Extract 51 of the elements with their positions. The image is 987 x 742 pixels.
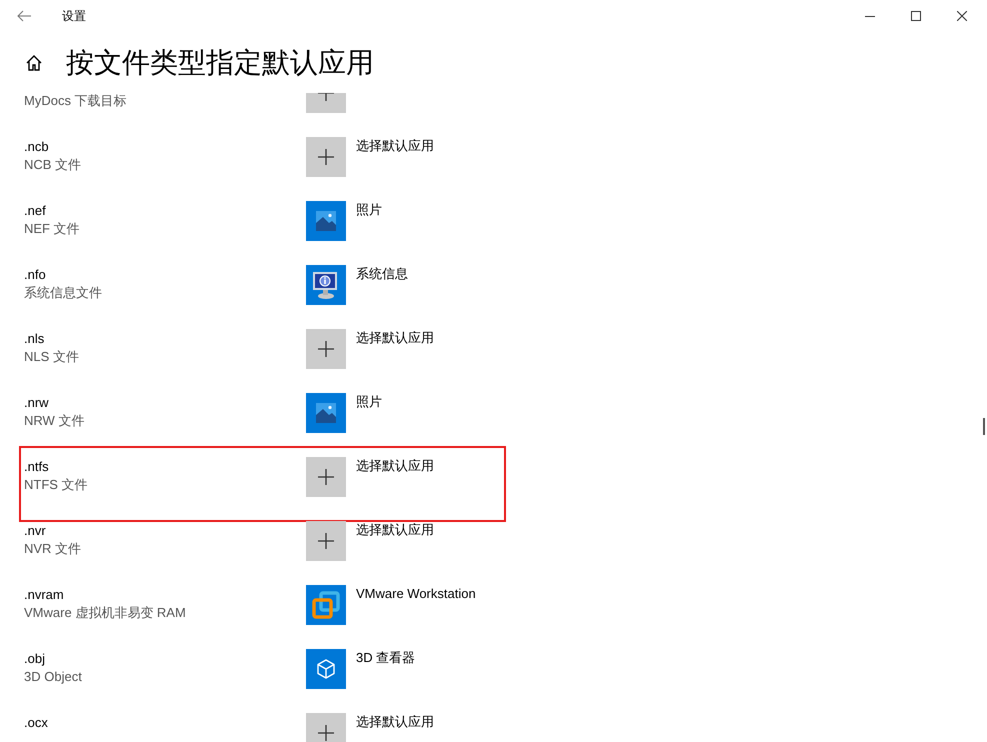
file-extension: .nls <box>24 331 44 346</box>
file-extension: .ntfs <box>24 459 49 474</box>
scrollbar-indicator[interactable] <box>983 418 985 435</box>
maximize-icon <box>911 11 921 21</box>
file-type-description: MyDocs 下载目标 <box>24 93 128 110</box>
close-icon <box>957 11 967 21</box>
file-type-description: 3D Object <box>24 668 83 686</box>
file-type-description: 系统信息文件 <box>24 284 103 302</box>
file-type-description: NRW 文件 <box>24 412 86 430</box>
default-app-button[interactable]: 选择默认应用 <box>306 137 434 177</box>
cube-icon <box>315 658 337 680</box>
file-extension: .obj <box>24 651 45 666</box>
add-app-tile[interactable] <box>306 329 346 369</box>
default-app-button[interactable]: 3D 查看器 <box>306 649 416 689</box>
default-app-button[interactable]: VMware Workstation <box>306 585 476 625</box>
file-type-description: VMware 虚拟机非易变 RAM <box>24 604 187 622</box>
file-type-description: NCB 文件 <box>24 156 82 174</box>
file-type-description: NVR 文件 <box>24 540 82 558</box>
add-app-tile[interactable] <box>306 137 346 177</box>
default-app-button[interactable]: 照片 <box>306 393 382 433</box>
add-app-tile[interactable] <box>306 521 346 561</box>
default-app-button[interactable]: 选择默认应用 <box>306 329 434 369</box>
default-app-button[interactable]: 系统信息 <box>306 265 408 305</box>
plus-icon <box>317 340 335 358</box>
plus-icon <box>317 724 335 742</box>
file-extension: .ocx <box>24 715 48 730</box>
back-arrow-icon <box>17 10 31 22</box>
file-extension: .nfo <box>24 267 46 282</box>
file-type-description: NEF 文件 <box>24 220 81 238</box>
file-extension: .nvram <box>24 587 64 602</box>
default-app-button[interactable]: 选择默认应用 <box>306 457 434 497</box>
landscape-icon <box>316 211 336 231</box>
home-button[interactable] <box>24 53 44 73</box>
default-app-button[interactable]: 选择默认应用 <box>306 713 434 742</box>
plus-icon <box>317 468 335 486</box>
home-icon <box>25 54 43 72</box>
page-title: 按文件类型指定默认应用 <box>66 49 374 77</box>
default-app-button[interactable]: 选择默认应用 <box>306 521 434 561</box>
file-type-description: NTFS 文件 <box>24 476 89 494</box>
plus-icon <box>317 148 335 166</box>
file-extension: .nvr <box>24 523 46 538</box>
add-app-tile[interactable] <box>306 713 346 742</box>
add-app-tile[interactable] <box>306 457 346 497</box>
plus-icon <box>317 532 335 550</box>
default-app-button[interactable]: 照片 <box>306 201 382 241</box>
file-extension: .nef <box>24 203 46 218</box>
file-extension: .nrw <box>24 395 49 410</box>
file-extension: .ncb <box>24 139 49 154</box>
window-title: 设置 <box>62 8 86 25</box>
landscape-icon <box>316 403 336 423</box>
file-type-description: NLS 文件 <box>24 348 80 366</box>
